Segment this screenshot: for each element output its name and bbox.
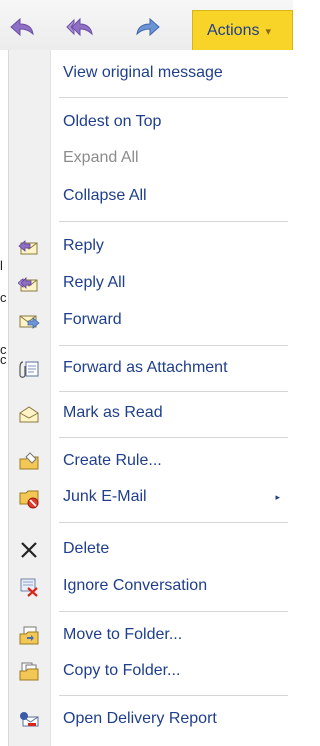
menu-item-oldest-on-top[interactable]: Oldest on Top: [9, 106, 294, 140]
menu-item-forward-as-attachment[interactable]: Forward as Attachment: [9, 352, 294, 386]
edge-text-fragment: l: [0, 258, 3, 273]
attachment-icon: [18, 358, 40, 380]
delete-x-icon: [18, 539, 40, 561]
menu-item-expand-all: Expand All: [9, 142, 294, 176]
menu-item-forward[interactable]: Forward: [9, 304, 294, 338]
ignore-icon: [18, 576, 40, 598]
menu-item-open-delivery-report[interactable]: Open Delivery Report: [9, 703, 294, 737]
reply-envelope-icon: [18, 236, 40, 258]
menu-item-label: Collapse All: [63, 187, 147, 204]
menu-separator: [59, 437, 288, 438]
edge-text-fragment: c: [0, 352, 6, 367]
menu-separator: [59, 611, 288, 612]
menu-item-mark-as-read[interactable]: Mark as Read: [9, 397, 294, 431]
menu-item-collapse-all[interactable]: Collapse All: [9, 180, 294, 214]
actions-label: Actions: [207, 22, 260, 39]
menu-item-label: Expand All: [63, 149, 139, 166]
menu-item-create-rule[interactable]: Create Rule...: [9, 445, 294, 479]
menu-item-label: Ignore Conversation: [63, 577, 208, 594]
menu-item-label: Delete: [63, 540, 110, 557]
reply-all-arrow-icon[interactable]: [66, 14, 94, 42]
menu-item-label: View original message: [63, 64, 223, 81]
menu-separator: [59, 345, 288, 346]
menu-separator: [59, 221, 288, 222]
menu-item-delete[interactable]: Delete: [9, 533, 294, 567]
menu-item-ignore-conversation[interactable]: Ignore Conversation: [9, 570, 294, 604]
menu-item-label: Move to Folder...: [63, 626, 183, 643]
menu-item-label: Mark as Read: [63, 404, 163, 421]
reply-arrow-icon[interactable]: [8, 14, 36, 42]
menu-separator: [59, 522, 288, 523]
menu-separator: [59, 695, 288, 696]
forward-arrow-icon[interactable]: [134, 14, 162, 42]
delivery-report-icon: [18, 709, 40, 731]
menu-separator: [59, 391, 288, 392]
forward-envelope-icon: [18, 310, 40, 332]
reply-all-envelope-icon: [18, 273, 40, 295]
junk-folder-icon: [18, 487, 40, 509]
menu-item-label: Forward: [63, 311, 122, 328]
menu-item-label: Forward as Attachment: [63, 359, 228, 376]
menu-item-move-to-folder[interactable]: Move to Folder...: [9, 619, 294, 653]
menu-item-junk-email[interactable]: Junk E-Mail ▸: [9, 481, 294, 515]
actions-menu-button[interactable]: Actions ▾: [192, 10, 293, 50]
submenu-arrow-icon: ▸: [275, 492, 280, 502]
menu-item-label: Reply: [63, 237, 104, 254]
menu-item-reply[interactable]: Reply: [9, 230, 294, 264]
menu-separator: [59, 97, 288, 98]
copy-folder-icon: [18, 661, 40, 683]
chevron-down-icon: ▾: [265, 26, 271, 38]
menu-item-label: Oldest on Top: [63, 113, 162, 130]
actions-dropdown-menu: View original message Oldest on Top Expa…: [8, 50, 293, 746]
menu-item-reply-all[interactable]: Reply All: [9, 267, 294, 301]
menu-item-view-original-message[interactable]: View original message: [9, 57, 294, 91]
menu-item-label: Open Delivery Report: [63, 710, 217, 727]
edge-text-fragment: c: [0, 290, 6, 305]
menu-item-label: Create Rule...: [63, 452, 162, 469]
rule-folder-icon: [18, 451, 40, 473]
menu-item-label: Copy to Folder...: [63, 662, 181, 679]
toolbar: Actions ▾: [0, 0, 293, 50]
menu-item-copy-to-folder[interactable]: Copy to Folder...: [9, 655, 294, 689]
menu-item-label: Reply All: [63, 274, 126, 291]
move-folder-icon: [18, 625, 40, 647]
menu-item-label: Junk E-Mail: [63, 488, 147, 505]
open-envelope-icon: [18, 403, 40, 425]
